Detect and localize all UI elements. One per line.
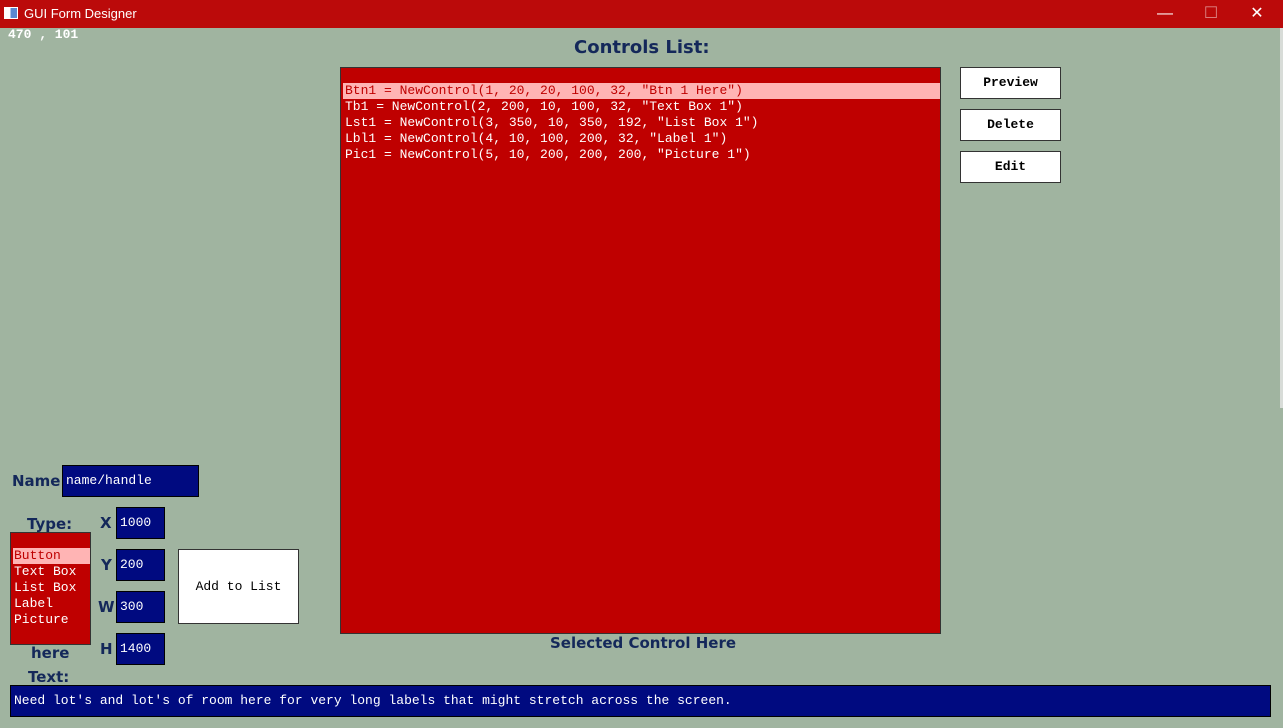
list-item[interactable]: Tb1 = NewControl(2, 200, 10, 100, 32, "T…: [343, 99, 940, 115]
x-label: X: [100, 514, 112, 532]
maximize-button[interactable]: ☐: [1188, 0, 1234, 28]
delete-button[interactable]: Delete: [960, 109, 1061, 141]
type-list[interactable]: Button Text Box List Box Label Picture: [10, 532, 91, 645]
controls-list[interactable]: Btn1 = NewControl(1, 20, 20, 100, 32, "B…: [340, 67, 941, 634]
type-option-button[interactable]: Button: [13, 548, 90, 564]
text-label: Text:: [28, 668, 70, 686]
type-caption: here: [31, 644, 70, 662]
list-item[interactable]: Lbl1 = NewControl(4, 10, 100, 200, 32, "…: [343, 131, 940, 147]
list-item[interactable]: Lst1 = NewControl(3, 350, 10, 350, 192, …: [343, 115, 940, 131]
y-input[interactable]: 200: [116, 549, 165, 581]
window-title: GUI Form Designer: [24, 6, 137, 21]
h-label: H: [100, 640, 113, 658]
text-input[interactable]: Need lot's and lot's of room here for ve…: [10, 685, 1271, 717]
mouse-coordinates: 470 , 101: [8, 27, 79, 42]
type-option-picture[interactable]: Picture: [13, 612, 90, 628]
w-label: W: [98, 598, 115, 616]
preview-button[interactable]: Preview: [960, 67, 1061, 99]
type-option-list-box[interactable]: List Box: [13, 580, 90, 596]
close-button[interactable]: ✕: [1234, 0, 1280, 28]
y-label: Y: [101, 556, 112, 574]
w-input[interactable]: 300: [116, 591, 165, 623]
h-input[interactable]: 1400: [116, 633, 165, 665]
title-bar[interactable]: GUI Form Designer — ☐ ✕: [0, 0, 1283, 28]
list-item[interactable]: Pic1 = NewControl(5, 10, 200, 200, 200, …: [343, 147, 940, 163]
name-input[interactable]: name/handle: [62, 465, 199, 497]
controls-list-heading: Controls List:: [574, 37, 710, 58]
minimize-button[interactable]: —: [1142, 0, 1188, 28]
type-option-label[interactable]: Label: [13, 596, 90, 612]
list-item[interactable]: Btn1 = NewControl(1, 20, 20, 100, 32, "B…: [343, 83, 940, 99]
selected-control-label: Selected Control Here: [550, 634, 737, 652]
add-to-list-button[interactable]: Add to List: [178, 549, 299, 624]
edit-button[interactable]: Edit: [960, 151, 1061, 183]
name-label: Name: [12, 472, 61, 490]
x-input[interactable]: 1000: [116, 507, 165, 539]
app-icon: [4, 7, 18, 19]
type-label: Type:: [27, 515, 73, 533]
type-option-text-box[interactable]: Text Box: [13, 564, 90, 580]
